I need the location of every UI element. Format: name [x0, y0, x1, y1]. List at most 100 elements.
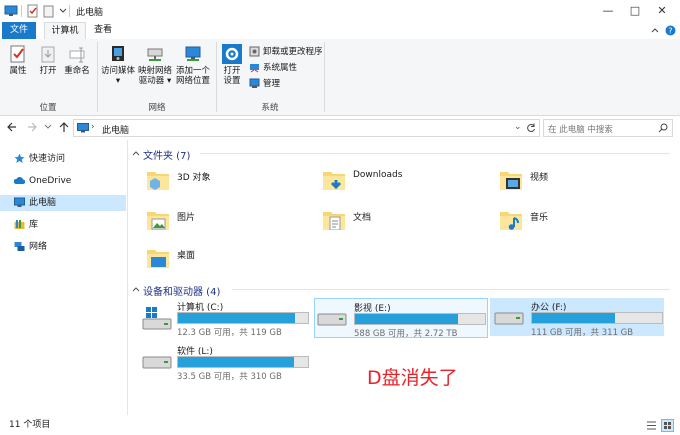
folder-label: 视频 [530, 173, 549, 183]
uninstall-label: 卸载或更改程序 [263, 47, 323, 57]
add-network-location-button[interactable]: 添加一个 网络位置 [174, 44, 212, 86]
collapse-chevron-icon[interactable] [132, 150, 140, 158]
uninstall-program-button[interactable]: 卸载或更改程序 [249, 46, 323, 59]
dropdown-caret-icon: ▾ [166, 76, 172, 86]
collapse-chevron-icon[interactable] [132, 286, 140, 294]
tab-computer[interactable]: 计算机 [44, 22, 86, 40]
drive-usage-bar [177, 356, 309, 368]
folder-label: 图片 [177, 213, 196, 223]
tab-file[interactable]: 文件 [2, 22, 36, 39]
open-settings-button[interactable]: 打开 设置 [218, 44, 246, 86]
tab-view[interactable]: 查看 [86, 22, 120, 39]
search-input[interactable]: 在 此电脑 中搜索 [548, 123, 613, 135]
videos-folder-icon [500, 172, 522, 190]
folder-label: 桌面 [177, 251, 196, 261]
nav-label: 网络 [29, 242, 48, 252]
ribbon-tabs: 文件 计算机 查看 ? [0, 22, 680, 40]
close-button[interactable]: ✕ [644, 0, 680, 22]
nav-item-network[interactable]: 网络 [14, 239, 47, 255]
address-dropdown-icon[interactable]: ⌄ [514, 122, 522, 132]
nav-label: OneDrive [29, 176, 72, 186]
open-button[interactable]: 打开 [34, 44, 62, 76]
nav-item-libraries[interactable]: 库 [14, 217, 38, 233]
this-pc-icon [14, 197, 25, 207]
drive-usage-fill [532, 313, 616, 323]
drive-free-space: 111 GB 可用，共 311 GB [531, 328, 634, 338]
this-pc-icon [4, 5, 18, 16]
network-location-icon [185, 46, 201, 61]
dropdown-caret-icon: ▾ [115, 76, 121, 86]
cloud-icon [14, 177, 25, 184]
drive-free-space: 588 GB 可用，共 2.72 TB [354, 329, 458, 339]
nav-label: 库 [29, 220, 39, 230]
folder-item-documents[interactable]: 文档 [322, 206, 482, 236]
settings-gear-icon [222, 44, 242, 64]
folder-item-downloads[interactable]: Downloads [322, 166, 482, 196]
map-network-drive-button[interactable]: 映射网络 驱动器 ▾ [136, 44, 174, 86]
nav-item-onedrive[interactable]: OneDrive [14, 173, 71, 189]
drive-usage-bar [531, 312, 663, 324]
desktop-folder-icon [147, 250, 169, 268]
properties-icon [10, 45, 25, 63]
drive-item-e[interactable]: 影视 (E:) 588 GB 可用，共 2.72 TB [314, 298, 488, 339]
folder-item-3d-objects[interactable]: 3D 对象 [146, 166, 306, 196]
add-location-label-2: 网络位置 [175, 76, 210, 86]
drive-item-c[interactable]: 计算机 (C:) 12.3 GB 可用，共 119 GB [140, 298, 310, 338]
access-media-button[interactable]: 访问媒体 ▾ [100, 44, 136, 86]
system-properties-icon [250, 64, 259, 73]
hard-drive-icon [142, 356, 172, 369]
open-settings-label: 打开 [223, 66, 241, 76]
properties-quick-icon[interactable] [27, 4, 39, 18]
add-location-label: 添加一个 [175, 66, 210, 76]
breadcrumb[interactable]: 此电脑 [102, 123, 129, 136]
hard-drive-icon [317, 313, 347, 326]
up-arrow-icon[interactable] [58, 121, 70, 133]
drive-usage-fill [178, 313, 295, 323]
group-divider [200, 153, 670, 154]
open-icon [41, 46, 55, 63]
nav-item-this-pc[interactable]: 此电脑 [14, 195, 56, 211]
properties-button[interactable]: 属性 [4, 44, 32, 76]
forward-arrow-icon[interactable] [26, 121, 38, 133]
help-icon[interactable]: ? [665, 25, 676, 36]
window-title: 此电脑 [76, 8, 104, 18]
media-icon [112, 46, 124, 61]
recent-locations-icon[interactable] [44, 123, 52, 131]
folder-item-music[interactable]: 音乐 [499, 206, 659, 236]
group-divider [232, 289, 670, 290]
drives-heading[interactable]: 设备和驱动器 (4) [143, 283, 220, 298]
customize-quick-access-icon[interactable] [58, 4, 68, 18]
folder-label: 音乐 [530, 213, 549, 223]
manage-button[interactable]: 管理 [249, 78, 280, 91]
folders-heading[interactable]: 文件夹 (7) [143, 147, 190, 162]
rename-icon [69, 47, 85, 63]
drive-item-f[interactable]: 办公 (F:) 111 GB 可用，共 311 GB [490, 298, 664, 338]
large-icons-view-icon[interactable] [661, 419, 674, 432]
nav-item-quick-access[interactable]: 快速访问 [14, 151, 65, 167]
expand-ribbon-icon[interactable] [650, 26, 660, 36]
folder-item-pictures[interactable]: 图片 [146, 206, 306, 236]
search-icon[interactable] [658, 123, 668, 133]
folder-label: Downloads [353, 170, 403, 180]
refresh-icon[interactable] [526, 123, 536, 133]
manage-icon [249, 78, 260, 88]
address-bar[interactable]: › 此电脑 ⌄ [73, 119, 540, 137]
folder-item-videos[interactable]: 视频 [499, 166, 659, 196]
downloads-folder-icon [323, 172, 345, 190]
drive-item-l[interactable]: 软件 (L:) 33.5 GB 可用，共 310 GB [140, 342, 310, 382]
search-box[interactable]: 在 此电脑 中搜索 [543, 119, 673, 137]
windows-drive-icon [142, 307, 172, 330]
drive-usage-bar [177, 312, 309, 324]
open-label: 打开 [39, 66, 57, 76]
system-properties-label: 系统属性 [263, 63, 298, 73]
pictures-folder-icon [147, 212, 169, 230]
folder-item-desktop[interactable]: 桌面 [146, 244, 306, 274]
details-view-icon[interactable] [646, 420, 657, 431]
back-arrow-icon[interactable] [6, 121, 18, 133]
pane-divider [127, 140, 128, 415]
rename-button[interactable]: 重命名 [62, 44, 92, 76]
system-properties-button[interactable]: 系统属性 [249, 62, 297, 75]
drive-usage-bar [354, 313, 486, 325]
folder-label: 3D 对象 [177, 173, 211, 183]
new-folder-quick-icon[interactable] [43, 4, 55, 18]
